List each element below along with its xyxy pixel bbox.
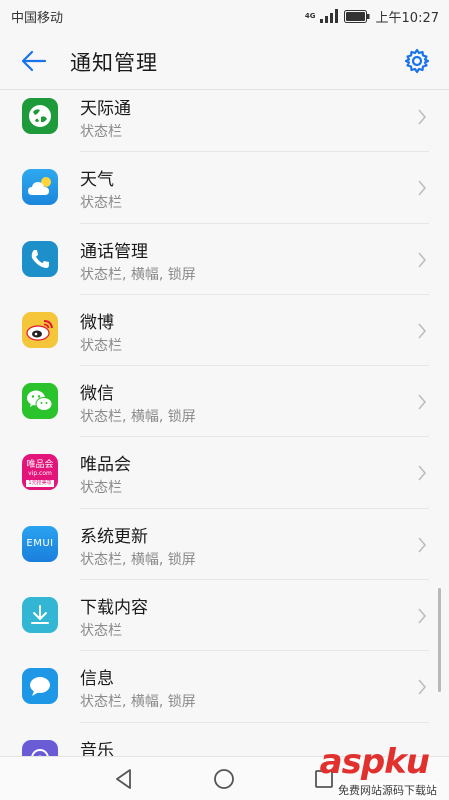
vip-logo-domain: vip.com xyxy=(28,469,52,477)
navigation-bar xyxy=(0,756,449,800)
emui-logo-text: EMUI xyxy=(26,538,54,550)
message-icon xyxy=(22,668,58,705)
list-item[interactable]: 天际通 状态栏 xyxy=(0,82,449,153)
app-name: 微博 xyxy=(80,312,114,333)
list-item[interactable]: 微信 状态栏, 横幅, 锁屏 xyxy=(0,366,449,438)
signal-icon xyxy=(319,9,338,23)
vip-logo-text: 唯品会 xyxy=(26,459,54,470)
app-notification-types: 状态栏, 横幅, 锁屏 xyxy=(80,694,196,711)
app-name: 音乐 xyxy=(80,740,114,756)
list-item[interactable]: 音乐 xyxy=(0,723,449,756)
app-name: 信息 xyxy=(80,669,114,690)
app-name: 系统更新 xyxy=(80,526,148,547)
app-notification-types: 状态栏 xyxy=(80,195,122,212)
clock: 上午10:27 xyxy=(375,10,439,26)
download-icon xyxy=(22,597,58,634)
gear-icon xyxy=(404,48,430,74)
app-name: 天际通 xyxy=(80,99,131,119)
wechat-icon xyxy=(22,383,58,420)
app-list[interactable]: 天际通 状态栏 天气 状态栏 通话管理 状态栏, 横幅, 锁屏 微博 状态栏 微… xyxy=(0,82,449,756)
page-title: 通知管理 xyxy=(70,51,158,75)
network-type: 4G xyxy=(304,12,316,20)
app-name: 通话管理 xyxy=(80,241,148,262)
chevron-right-icon xyxy=(418,180,427,196)
scrollbar-thumb[interactable] xyxy=(438,588,441,692)
chevron-right-icon xyxy=(418,109,427,125)
phone-icon xyxy=(22,240,58,277)
nav-recent-icon[interactable] xyxy=(308,765,340,793)
emui-icon: EMUI xyxy=(22,525,58,562)
music-icon xyxy=(22,739,58,756)
app-name: 天气 xyxy=(80,170,114,191)
list-item[interactable]: 天气 状态栏 xyxy=(0,152,449,224)
chevron-right-icon xyxy=(418,608,427,624)
chevron-right-icon xyxy=(418,252,427,268)
list-item[interactable]: EMUI 系统更新 状态栏, 横幅, 锁屏 xyxy=(0,509,449,581)
settings-button[interactable] xyxy=(401,45,433,77)
chevron-right-icon xyxy=(418,323,427,339)
weibo-icon xyxy=(22,311,58,348)
carrier-name: 中国移动 xyxy=(11,11,64,26)
list-item[interactable]: 通话管理 状态栏, 横幅, 锁屏 xyxy=(0,224,449,295)
chevron-right-icon xyxy=(418,679,427,695)
nav-home-icon[interactable] xyxy=(208,765,240,793)
app-notification-types: 状态栏, 横幅, 锁屏 xyxy=(80,266,196,283)
app-name: 唯品会 xyxy=(80,455,131,476)
status-icons: 4G 上午10:27 xyxy=(305,6,439,26)
list-item[interactable]: 信息 状态栏, 横幅, 锁屏 xyxy=(0,651,449,723)
chevron-right-icon xyxy=(418,537,427,553)
vip-logo-promo: 1元抢美妆 xyxy=(26,479,54,487)
app-notification-types: 状态栏 xyxy=(80,337,122,354)
list-item[interactable]: 下载内容 状态栏 xyxy=(0,580,449,652)
app-notification-types: 状态栏, 横幅, 锁屏 xyxy=(80,409,196,426)
arrow-left-icon xyxy=(21,50,47,72)
list-item[interactable]: 微博 状态栏 xyxy=(0,295,449,367)
app-notification-types: 状态栏 xyxy=(80,480,122,497)
list-item[interactable]: 唯品会 vip.com 1元抢美妆 唯品会 状态栏 xyxy=(0,437,449,509)
chevron-right-icon xyxy=(418,465,427,482)
status-bar: 中国移动 4G 上午10:27 xyxy=(0,0,449,32)
globe-icon xyxy=(22,98,58,134)
app-notification-types: 状态栏 xyxy=(80,623,122,640)
nav-back-icon[interactable] xyxy=(108,765,140,793)
vip-icon: 唯品会 vip.com 1元抢美妆 xyxy=(22,454,58,491)
back-button[interactable] xyxy=(14,46,54,76)
screen: 中国移动 4G 上午10:27 通知管理 天际通 状态栏 天气 状态栏 通话管理… xyxy=(0,0,449,800)
battery-icon xyxy=(343,9,370,23)
app-name: 下载内容 xyxy=(80,598,148,619)
app-notification-types: 状态栏 xyxy=(80,124,122,140)
chevron-right-icon xyxy=(418,394,427,410)
app-name: 微信 xyxy=(80,384,114,405)
app-notification-types: 状态栏, 横幅, 锁屏 xyxy=(80,551,196,568)
weather-icon xyxy=(22,169,58,206)
